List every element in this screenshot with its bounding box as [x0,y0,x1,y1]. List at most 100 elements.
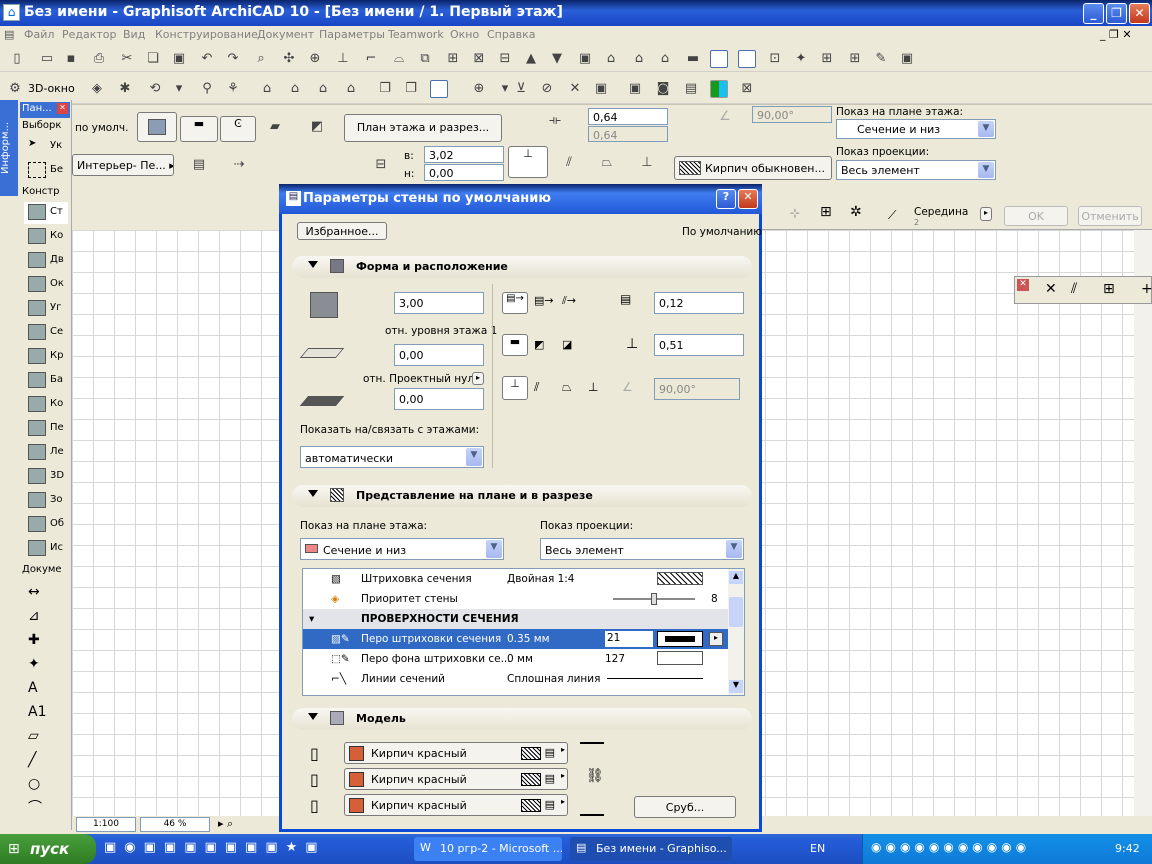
menu-edit[interactable]: Редактор [62,28,117,41]
tool11-icon[interactable]: ⌂ [630,50,648,68]
column-tool[interactable]: Ко [24,226,68,248]
section-shape[interactable]: Форма и расположение [292,256,752,278]
tray-icons[interactable]: ◉◉◉◉◉◉◉◉◉◉◉ [871,840,1030,854]
thickness-input[interactable]: 0,12 [654,292,744,314]
floor-show-select[interactable]: Сечение и низ ▼ [836,119,996,139]
slanted-wall-icon[interactable]: ⫽ [560,154,578,172]
copy-icon[interactable]: ❏ [144,50,162,68]
help-button[interactable]: ? [716,189,736,209]
door-tool[interactable]: Дв [24,250,68,272]
window-tool[interactable]: Ок [24,274,68,296]
list-item[interactable]: ⌐╲ Линии сечений Сплошная линия [303,669,729,689]
polygon-wall-icon[interactable]: ◪ [562,338,572,351]
bottom-input[interactable]: 0,00 [394,388,484,410]
projection-select[interactable]: Весь элемент ▼ [836,160,996,180]
tool20-icon[interactable]: ⌂ [342,80,360,98]
material-inside-button[interactable]: Кирпич красный ▤ ▸ [344,768,568,790]
app-icon[interactable]: ⌂ [3,4,20,21]
tool5-icon[interactable]: ⌓ [390,50,408,68]
camera-icon[interactable]: ✱ [116,80,134,98]
bg-swatch[interactable] [657,651,703,665]
menu-document[interactable]: Документ [257,28,314,41]
new-icon[interactable]: ▯ [8,50,26,68]
minimize-button[interactable]: _ [1083,3,1104,24]
close-icon[interactable]: ✕ [1017,279,1029,291]
cut-icon[interactable]: ✂ [118,50,136,68]
corner-window-tool[interactable]: Уг [24,298,68,320]
grid-icon[interactable]: ⊞ [820,204,832,220]
height-input[interactable]: 0,64 [588,108,668,125]
bottom-input[interactable]: 0,00 [424,164,504,181]
floorplan-icon[interactable] [710,50,728,68]
straight-wall-button[interactable]: ⊥ [508,146,548,178]
zoom-controls[interactable]: ▸ ⌕ [218,817,233,831]
info-tab[interactable]: Информ... [0,100,18,196]
task-archicad[interactable]: ▤ Без имени - Graphiso... [570,837,732,861]
height-input-2[interactable]: 0,64 [588,126,668,142]
tool19-icon[interactable]: ⌂ [314,80,332,98]
tool2-icon[interactable]: ⊕ [306,50,324,68]
layer-button[interactable]: Интерьер- Пе... ▸ [72,154,174,176]
trapezoid-wall-icon[interactable]: ◩ [534,338,544,351]
material-outside-button[interactable]: Кирпич красный ▤ ▸ [344,742,568,764]
tool16-icon[interactable]: ▣ [898,50,916,68]
resize-icon[interactable]: ⊞ [1103,281,1115,297]
lamp-tool[interactable]: Ис [24,538,68,560]
double-slanted-icon[interactable]: ⏢ [562,380,572,395]
list-group[interactable]: ▾ ПРОВЕРХНОСТИ СЕЧЕНИЯ [303,609,729,629]
tool22-icon[interactable]: ❐ [402,80,420,98]
zone-tool[interactable]: Зо [24,490,68,512]
vertical-wall-button[interactable]: ⊥ [502,376,528,400]
middle-arrow-button[interactable]: ▸ [980,207,992,221]
walk-icon[interactable]: ⚲ [198,80,216,98]
house-icon[interactable]: ⌂ [602,50,620,68]
beam-tool[interactable]: Ба [24,370,68,392]
cancel-button[interactable]: Отменить [1078,206,1142,226]
offset-input[interactable]: 0,51 [654,334,744,356]
tool28-icon[interactable]: ▣ [592,80,610,98]
redo-icon[interactable]: ↷ [224,50,242,68]
list-scrollbar[interactable]: ▲ ▼ [728,569,744,695]
tool14-icon[interactable]: ⊞ [818,50,836,68]
polygon-wall-icon[interactable]: ⊥ [638,154,656,172]
roof-tool[interactable]: Кр [24,346,68,368]
tool29-icon[interactable]: ▣ [626,80,644,98]
show-floors-select[interactable]: автоматически ▼ [300,446,484,468]
pen-icon[interactable]: ✎ [872,50,890,68]
list-item[interactable]: ▧ Штриховка сечения Двойная 1:4 [303,569,729,589]
tool27-icon[interactable]: ✕ [566,80,584,98]
ok-button[interactable]: OK [1004,206,1068,226]
angle-input[interactable]: 90,00° [654,378,740,400]
tool18-icon[interactable]: ⌂ [286,80,304,98]
angle-input[interactable]: 90,00° [752,106,832,123]
print-icon[interactable]: ⎙ [90,50,108,68]
color-icon[interactable] [710,80,728,98]
favorites-button[interactable]: Избранное... [297,222,387,240]
document-tools[interactable]: ↔ ⊿ ✚ ✦ A A1 ▱ ╱ ○ ⌒ [28,580,46,820]
menu-window[interactable]: Окно [450,28,479,41]
3d-tool[interactable]: 3D [24,466,68,488]
tool13-icon[interactable]: ▬ [684,50,702,68]
find-icon[interactable]: ⌕ [252,50,270,68]
floor-plan-select[interactable]: Сечение и низ ▼ [300,538,504,560]
zoom-field[interactable]: 46 % [140,817,210,832]
material-edge-button[interactable]: Кирпич красный ▤ ▸ [344,794,568,816]
tool25-icon[interactable]: ⊻ [512,80,530,98]
tool21-icon[interactable]: ❐ [376,80,394,98]
tool10-icon[interactable]: ▣ [576,50,594,68]
ref-line2-icon[interactable]: ◩ [308,118,326,136]
fly-icon[interactable]: ⚘ [224,80,242,98]
column2-tool[interactable]: Ко [24,394,68,416]
wall-geometry-button[interactable]: ▬ [180,116,218,142]
close-button[interactable]: ✕ [1129,3,1150,24]
projection-select[interactable]: Весь элемент ▼ [540,538,744,560]
menu-design[interactable]: Конструирование [155,28,258,41]
3d-view-icon[interactable] [738,50,756,68]
up-icon[interactable]: ▲ [522,50,540,68]
list-item[interactable]: ⬚✎ Перо фона штриховки се... 0 мм 127 [303,649,729,669]
tool24-icon[interactable]: ⊕ [470,80,488,98]
base-offset-input[interactable]: 0,00 [394,344,484,366]
menu-help[interactable]: Справка [487,28,535,41]
material-button[interactable]: Кирпич обыкновен... [674,156,832,180]
tool30-icon[interactable]: ⊠ [738,80,756,98]
